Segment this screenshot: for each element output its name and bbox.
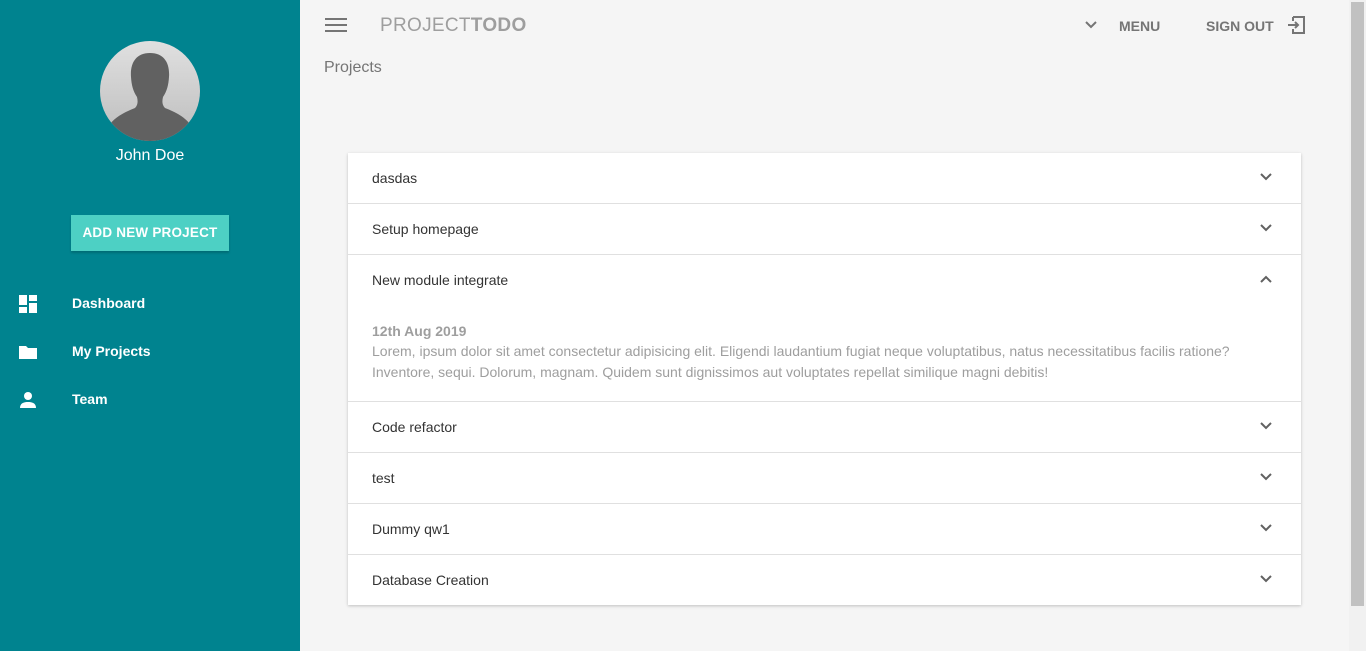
nav-label-team: Team: [72, 391, 108, 407]
dashboard-icon: [19, 295, 37, 313]
hamburger-icon-line: [325, 24, 347, 26]
project-title: Setup homepage: [372, 221, 479, 237]
project-panel-header[interactable]: Setup homepage: [348, 204, 1301, 254]
project-expansion-list: dasdas Setup homepage New module integra…: [348, 153, 1301, 605]
brand-bold: TODO: [470, 15, 527, 36]
sign-out-label: SIGN OUT: [1206, 18, 1274, 34]
exit-icon: [1288, 16, 1305, 34]
sidebar: John Doe ADD NEW PROJECT Dashboard My Pr…: [0, 0, 300, 651]
scrollbar-thumb[interactable]: [1351, 2, 1364, 606]
app-brand: PROJECTTODO: [380, 15, 527, 37]
project-panel-header[interactable]: dasdas: [348, 153, 1301, 203]
project-panel-header[interactable]: Dummy qw1: [348, 504, 1301, 554]
project-panel: test: [348, 453, 1301, 504]
project-panel: Code refactor: [348, 402, 1301, 453]
project-panel-header[interactable]: test: [348, 453, 1301, 503]
project-title: New module integrate: [372, 272, 509, 288]
project-title: Dummy qw1: [372, 521, 450, 537]
page-title: Projects: [324, 59, 382, 76]
chevron-up-icon: [1260, 275, 1272, 283]
chevron-down-icon: [1085, 21, 1097, 29]
project-title: Code refactor: [372, 419, 457, 435]
nav-item-team[interactable]: Team: [0, 380, 300, 420]
avatar: [100, 41, 200, 141]
chevron-down-icon: [1260, 224, 1272, 232]
project-panel-body: 12th Aug 2019 Lorem, ipsum dolor sit ame…: [348, 305, 1301, 401]
person-icon: [20, 392, 36, 408]
project-panel: Setup homepage: [348, 204, 1301, 255]
menu-label: MENU: [1119, 18, 1161, 34]
chevron-down-icon: [1260, 575, 1272, 583]
project-panel-header[interactable]: New module integrate: [348, 255, 1301, 305]
nav-item-my-projects[interactable]: My Projects: [0, 332, 300, 372]
project-panel-expanded: New module integrate 12th Aug 2019 Lorem…: [348, 255, 1301, 402]
chevron-down-icon: [1260, 473, 1272, 481]
project-due-date: 12th Aug 2019: [372, 323, 467, 339]
sign-out-button[interactable]: SIGN OUT: [1206, 12, 1316, 38]
brand-light: PROJECT: [380, 15, 471, 36]
project-panel: Dummy qw1: [348, 504, 1301, 555]
folder-icon: [19, 346, 37, 359]
chevron-down-icon: [1260, 173, 1272, 181]
nav-label-my-projects: My Projects: [72, 343, 151, 359]
vertical-scrollbar[interactable]: [1349, 0, 1366, 651]
project-panel-header[interactable]: Code refactor: [348, 402, 1301, 452]
user-silhouette-icon: [104, 53, 196, 141]
project-title: Database Creation: [372, 572, 489, 588]
add-new-project-button[interactable]: ADD NEW PROJECT: [71, 215, 229, 251]
hamburger-icon: [325, 18, 347, 20]
user-name: John Doe: [115, 147, 185, 164]
nav-label-dashboard: Dashboard: [72, 295, 146, 311]
project-title: dasdas: [372, 170, 418, 186]
menu-toggle-button[interactable]: [325, 15, 347, 35]
project-panel: dasdas: [348, 153, 1301, 204]
project-description: Lorem, ipsum dolor sit amet consectetur …: [372, 343, 1230, 380]
project-panel-header[interactable]: Database Creation: [348, 555, 1301, 605]
hamburger-icon-line: [325, 30, 347, 32]
nav-item-dashboard[interactable]: Dashboard: [0, 284, 300, 324]
chevron-down-icon: [1260, 524, 1272, 532]
project-title: test: [372, 470, 395, 486]
chevron-down-icon: [1260, 422, 1272, 430]
project-panel: Database Creation: [348, 555, 1301, 605]
